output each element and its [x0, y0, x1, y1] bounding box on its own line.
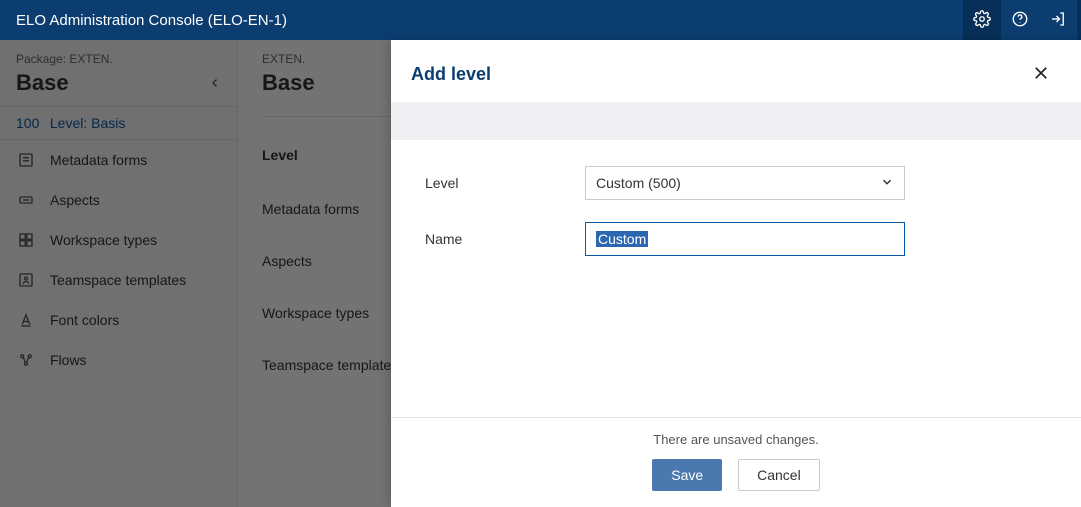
name-input[interactable]: Custom	[585, 222, 905, 256]
help-button[interactable]	[1001, 0, 1039, 40]
logout-icon	[1049, 10, 1067, 31]
level-label: Level	[425, 175, 585, 191]
topbar-divider	[1077, 0, 1081, 40]
topbar: ELO Administration Console (ELO-EN-1)	[0, 0, 1081, 40]
chevron-down-icon	[880, 175, 894, 192]
save-button[interactable]: Save	[652, 459, 722, 491]
help-icon	[1011, 10, 1029, 31]
add-level-panel: Add level Level Custom (500) Name Custom	[391, 40, 1081, 507]
panel-strip	[391, 102, 1081, 140]
panel-title: Add level	[411, 64, 491, 85]
name-label: Name	[425, 231, 585, 247]
gear-icon	[973, 10, 991, 31]
app-title: ELO Administration Console (ELO-EN-1)	[0, 12, 287, 29]
level-select-value: Custom (500)	[596, 175, 681, 191]
settings-button[interactable]	[963, 0, 1001, 40]
logout-button[interactable]	[1039, 0, 1077, 40]
topbar-actions	[963, 0, 1081, 40]
close-icon	[1032, 64, 1050, 85]
cancel-button[interactable]: Cancel	[738, 459, 820, 491]
close-button[interactable]	[1029, 62, 1053, 86]
level-select[interactable]: Custom (500)	[585, 166, 905, 200]
name-input-value: Custom	[596, 231, 648, 247]
unsaved-changes-text: There are unsaved changes.	[391, 432, 1081, 447]
